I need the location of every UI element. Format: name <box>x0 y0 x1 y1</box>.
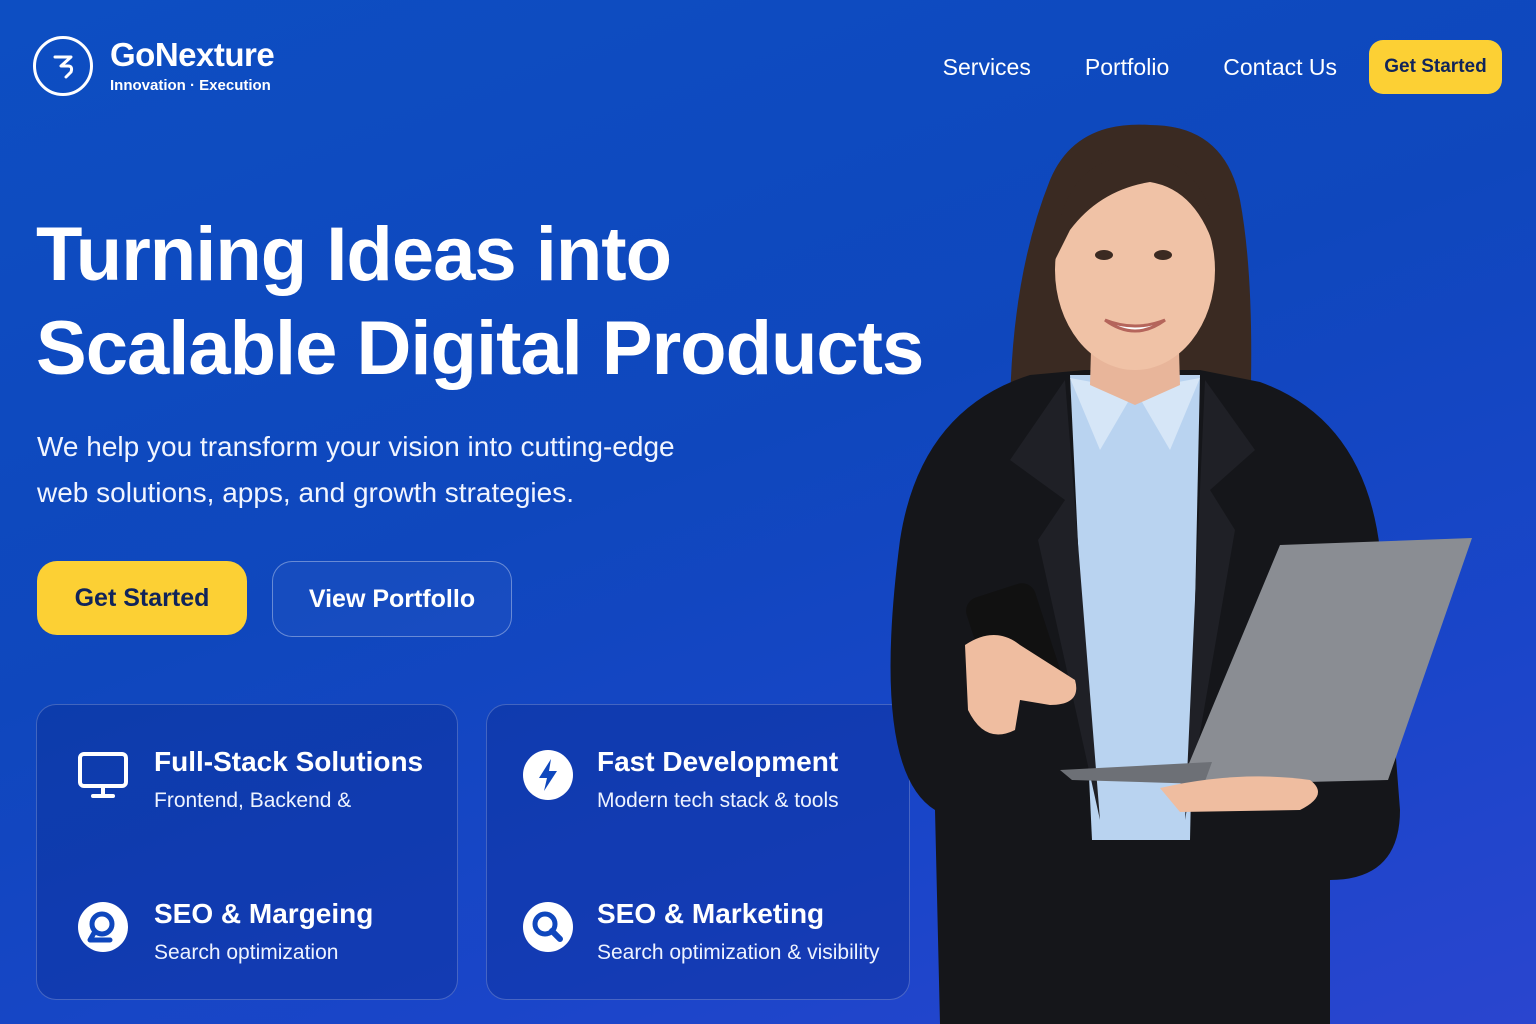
feature-desc: Search optimization & visibility <box>597 941 880 964</box>
get-started-button[interactable]: Get Started <box>37 561 247 635</box>
hero-headline-line2: Scalable Digital Products <box>36 306 924 391</box>
feature-title: SEO & Margeing <box>154 898 374 929</box>
lightning-icon <box>520 747 576 803</box>
hero-actions: Get Started View Portfollo <box>37 561 512 637</box>
nav-link-contact[interactable]: Contact Us <box>1223 54 1337 81</box>
brand-logo[interactable]: GoNexture Innovation · Execution <box>33 36 275 96</box>
hero-subtext: We help you transform your vision into c… <box>37 424 757 516</box>
hero-headline: Turning Ideas into Scalable Digital Prod… <box>36 208 996 396</box>
feature-title: Full-Stack Solutions <box>154 746 424 777</box>
search-icon <box>75 899 131 955</box>
feature-title: Fast Development <box>597 746 839 777</box>
feature-desc: Modern tech stack & tools <box>597 789 839 812</box>
nav-get-started-button[interactable]: Get Started <box>1369 40 1502 94</box>
nav-link-services[interactable]: Services <box>943 54 1031 81</box>
feature-desc: Frontend, Backend & <box>154 789 352 812</box>
hero-person-image <box>890 124 1472 1024</box>
feature-title: SEO & Marketing <box>597 898 825 929</box>
search-icon <box>520 899 576 955</box>
feature-card-left: Full-Stack Solutions Frontend, Backend &… <box>36 704 458 1000</box>
brand-name: GoNexture <box>110 36 275 73</box>
feature-item: Fast Development Modern tech stack & too… <box>520 745 839 813</box>
feature-desc: Search optimization <box>154 941 339 964</box>
monitor-icon <box>75 747 131 803</box>
brand-tagline: Innovation · Execution <box>110 77 271 94</box>
hero-subtext-line1: We help you transform your vision into c… <box>37 431 675 462</box>
top-nav: Services Portfolio Contact Us Get Starte… <box>943 40 1502 94</box>
feature-item: SEO & Margeing Search optimization <box>75 897 373 965</box>
hero-headline-line1: Turning Ideas into <box>36 212 672 297</box>
feature-card-right: Fast Development Modern tech stack & too… <box>486 704 910 1000</box>
feature-item: SEO & Marketing Search optimization & vi… <box>520 897 879 965</box>
view-portfolio-button[interactable]: View Portfollo <box>272 561 512 637</box>
nav-link-portfolio[interactable]: Portfolio <box>1085 54 1169 81</box>
feature-item: Full-Stack Solutions Frontend, Backend & <box>75 745 423 813</box>
hero-subtext-line2: web solutions, apps, and growth strategi… <box>37 477 574 508</box>
logo-icon <box>33 36 93 96</box>
